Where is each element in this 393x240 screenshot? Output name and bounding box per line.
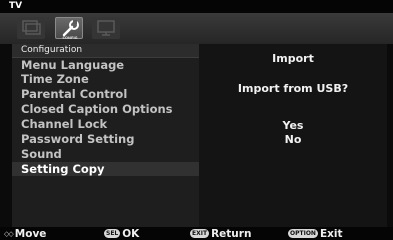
menu-item-password-setting[interactable]: Password Setting — [12, 132, 199, 146]
category-tab-bar: CONFIG — [0, 13, 393, 44]
hint-move: ◇◇ Move — [4, 227, 46, 240]
import-title: Import — [272, 52, 314, 65]
title-bar: TV — [0, 0, 393, 13]
window-title: TV — [9, 1, 23, 11]
menu-item-setting-copy[interactable]: Setting Copy — [12, 162, 199, 176]
exit-key-icon: EXIT — [190, 229, 210, 238]
menu-item-parental-control[interactable]: Parental Control — [12, 87, 199, 101]
hint-ok: SEL OK — [104, 227, 139, 240]
arrows-icon: ◇◇ — [4, 229, 14, 238]
menu-header-label: Configuration — [21, 45, 83, 55]
option-key-icon: OPTION — [288, 229, 318, 238]
menu-item-menu-language[interactable]: Menu Language — [12, 58, 199, 72]
select-key-icon: SEL — [104, 229, 121, 238]
option-no[interactable]: No — [199, 133, 387, 146]
tab-picture[interactable] — [17, 17, 45, 39]
hint-move-label: Move — [14, 227, 47, 240]
menu-item-time-zone[interactable]: Time Zone — [12, 72, 199, 86]
hint-ok-label: OK — [122, 227, 140, 240]
import-panel: Import Import from USB? Yes No — [199, 44, 387, 227]
hint-exit: OPTION Exit — [288, 227, 343, 240]
menu-header: Configuration — [12, 44, 199, 58]
tab-configuration[interactable]: CONFIG — [55, 17, 83, 40]
hint-return: EXIT Return — [190, 227, 251, 240]
screen-icon — [97, 20, 115, 36]
import-question: Import from USB? — [237, 82, 349, 95]
configuration-menu: Configuration Menu Language Time Zone Pa… — [12, 44, 199, 227]
menu-item-sound[interactable]: Sound — [12, 147, 199, 161]
tab-configuration-label: CONFIG — [62, 36, 77, 40]
menu-item-closed-caption-options[interactable]: Closed Caption Options — [12, 102, 199, 116]
configuration-icon: CONFIG — [62, 20, 79, 40]
button-hint-bar: ◇◇ Move SEL OK EXIT Return OPTION Exit — [0, 227, 393, 240]
hint-return-label: Return — [211, 227, 252, 240]
picture-icon — [22, 20, 41, 35]
tab-screen[interactable] — [92, 17, 120, 39]
hint-exit-label: Exit — [319, 227, 343, 240]
menu-item-channel-lock[interactable]: Channel Lock — [12, 117, 199, 131]
option-yes[interactable]: Yes — [199, 119, 387, 132]
